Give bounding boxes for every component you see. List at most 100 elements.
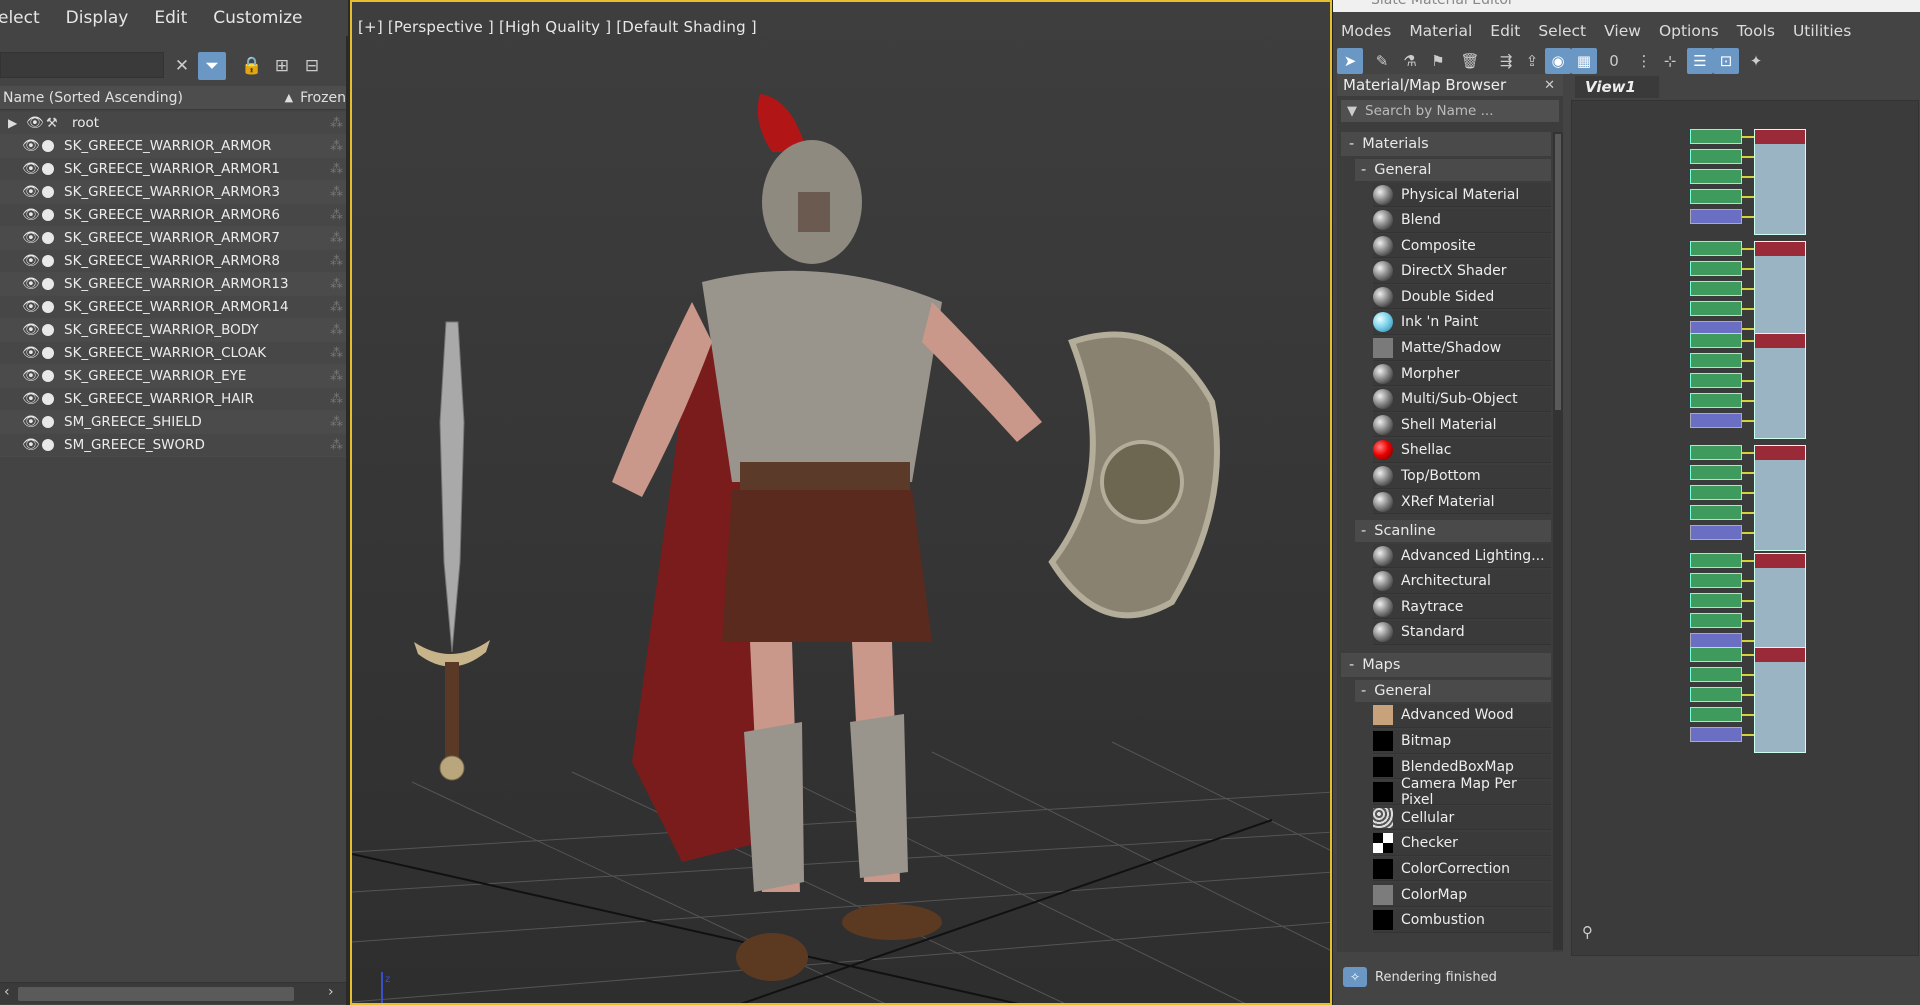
eye-icon[interactable]: 👁	[22, 207, 40, 223]
node-view-area[interactable]: ⚲	[1571, 100, 1919, 956]
menu-options[interactable]: Options	[1659, 22, 1719, 40]
map-item[interactable]: Cellular	[1373, 806, 1551, 831]
standard-material-node[interactable]	[1754, 647, 1806, 753]
frozen-icon[interactable]: ⁂	[330, 415, 343, 430]
eye-icon[interactable]: 👁	[22, 161, 40, 177]
map-node[interactable]	[1690, 333, 1742, 348]
eye-icon[interactable]: 👁	[22, 299, 40, 315]
material-item[interactable]: Ink 'n Paint	[1373, 310, 1551, 335]
scroll-left-icon[interactable]: ‹	[4, 984, 10, 1000]
map-item[interactable]: ColorMap	[1373, 883, 1551, 908]
material-item[interactable]: Raytrace	[1373, 595, 1551, 620]
material-item[interactable]: Advanced Lighting...	[1373, 544, 1551, 569]
menu-tools[interactable]: Tools	[1737, 22, 1775, 40]
material-item[interactable]: Top/Bottom	[1373, 464, 1551, 489]
tree-row[interactable]: 👁 SK_GREECE_WARRIOR_BODY ⁂	[0, 319, 346, 342]
material-item[interactable]: Morpher	[1373, 362, 1551, 387]
eye-icon[interactable]: 👁	[22, 253, 40, 269]
material-item[interactable]: Standard	[1373, 620, 1551, 645]
standard-material-node[interactable]	[1754, 333, 1806, 439]
map-node[interactable]	[1690, 687, 1742, 702]
frozen-icon[interactable]: ⁂	[330, 392, 343, 407]
tree-row[interactable]: 👁 SK_GREECE_WARRIOR_ARMOR13 ⁂	[0, 273, 346, 296]
frozen-icon[interactable]: ⁂	[330, 254, 343, 269]
standard-material-node[interactable]	[1754, 445, 1806, 551]
map-node[interactable]	[1690, 129, 1742, 144]
clear-search-icon[interactable]: ✕	[168, 52, 196, 80]
map-node[interactable]	[1690, 281, 1742, 296]
standard-material-node[interactable]	[1754, 129, 1806, 235]
map-node[interactable]	[1690, 209, 1742, 224]
eye-icon[interactable]: 👁	[22, 184, 40, 200]
tree-row[interactable]: 👁 SK_GREECE_WARRIOR_ARMOR7 ⁂	[0, 227, 346, 250]
frozen-icon[interactable]: ⁂	[330, 323, 343, 338]
tree-row[interactable]: 👁 SK_GREECE_WARRIOR_EYE ⁂	[0, 365, 346, 388]
map-node[interactable]	[1690, 169, 1742, 184]
map-item[interactable]: Combustion	[1373, 908, 1551, 933]
search-options-icon[interactable]: ▼	[1347, 104, 1357, 119]
tree-row[interactable]: 👁 SK_GREECE_WARRIOR_CLOAK ⁂	[0, 342, 346, 365]
map-node[interactable]	[1690, 525, 1742, 540]
map-node[interactable]	[1690, 373, 1742, 388]
eye-icon[interactable]: 👁	[22, 437, 40, 453]
tree-row[interactable]: 👁 SM_GREECE_SWORD ⁂	[0, 434, 346, 457]
frozen-icon[interactable]: ⁂	[330, 231, 343, 246]
menu-utilities[interactable]: Utilities	[1793, 22, 1851, 40]
select-tool-icon[interactable]: ➤	[1337, 48, 1363, 74]
map-item[interactable]: Advanced Wood	[1373, 703, 1551, 728]
frozen-icon[interactable]: ⁂	[330, 369, 343, 384]
show-background-icon[interactable]: ▦	[1571, 48, 1597, 74]
material-item[interactable]: Shell Material	[1373, 413, 1551, 438]
column-name[interactable]: Name (Sorted Ascending)	[0, 90, 285, 106]
tree-row[interactable]: 👁 SK_GREECE_WARRIOR_ARMOR ⁂	[0, 135, 346, 158]
frozen-icon[interactable]: ⁂	[330, 277, 343, 292]
menu-display[interactable]: Display	[66, 8, 129, 28]
menu-select[interactable]: elect	[0, 8, 40, 28]
material-item[interactable]: Shellac	[1373, 438, 1551, 463]
map-item[interactable]: Camera Map Per Pixel	[1373, 776, 1551, 808]
map-node[interactable]	[1690, 613, 1742, 628]
menu-modes[interactable]: Modes	[1341, 22, 1391, 40]
subgroup-general[interactable]: - General	[1355, 159, 1551, 181]
eye-icon[interactable]: 👁	[22, 230, 40, 246]
tab-view1[interactable]: View1	[1575, 76, 1659, 98]
tree-row[interactable]: 👁 SK_GREECE_WARRIOR_ARMOR8 ⁂	[0, 250, 346, 273]
move-children-icon[interactable]: ⇶	[1493, 48, 1519, 74]
material-node[interactable]	[1690, 445, 1810, 555]
tree-row[interactable]: 👁 SK_GREECE_WARRIOR_HAIR ⁂	[0, 388, 346, 411]
map-item[interactable]: ColorCorrection	[1373, 857, 1551, 882]
map-node[interactable]	[1690, 485, 1742, 500]
material-node[interactable]	[1690, 333, 1810, 443]
map-node[interactable]	[1690, 413, 1742, 428]
warrior-character-model[interactable]	[612, 94, 1042, 981]
frozen-icon[interactable]: ⁂	[330, 208, 343, 223]
map-node[interactable]	[1690, 667, 1742, 682]
tree-row[interactable]: 👁 SK_GREECE_WARRIOR_ARMOR14 ⁂	[0, 296, 346, 319]
layout-children-icon[interactable]: ⊹	[1657, 48, 1683, 74]
scroll-right-icon[interactable]: ›	[328, 984, 334, 1000]
map-node[interactable]	[1690, 189, 1742, 204]
eye-icon[interactable]: 👁	[22, 391, 40, 407]
eye-icon[interactable]: 👁	[22, 138, 40, 154]
expand-icon[interactable]: ▶	[8, 116, 22, 130]
scroll-thumb[interactable]	[18, 987, 294, 1001]
map-node[interactable]	[1690, 149, 1742, 164]
put-material-icon[interactable]: ⚗	[1397, 48, 1423, 74]
frozen-icon[interactable]: ⁂	[330, 185, 343, 200]
explorer-search-input[interactable]	[0, 52, 164, 78]
frozen-icon[interactable]: ⁂	[330, 116, 343, 131]
menu-view[interactable]: View	[1604, 22, 1641, 40]
hide-unused-icon[interactable]: ⇪	[1519, 48, 1545, 74]
map-node[interactable]	[1690, 593, 1742, 608]
menu-edit[interactable]: Edit	[154, 8, 187, 28]
layer-icon[interactable]: ⊟	[298, 52, 326, 80]
material-item[interactable]: Composite	[1373, 234, 1551, 259]
frozen-icon[interactable]: ⁂	[330, 139, 343, 154]
eye-icon[interactable]: 👁	[22, 276, 40, 292]
map-node[interactable]	[1690, 505, 1742, 520]
map-node[interactable]	[1690, 261, 1742, 276]
navigator-icon[interactable]: ⚲	[1582, 923, 1604, 945]
standard-material-node[interactable]	[1754, 553, 1806, 659]
map-item[interactable]: Bitmap	[1373, 729, 1551, 754]
frozen-icon[interactable]: ⁂	[330, 300, 343, 315]
